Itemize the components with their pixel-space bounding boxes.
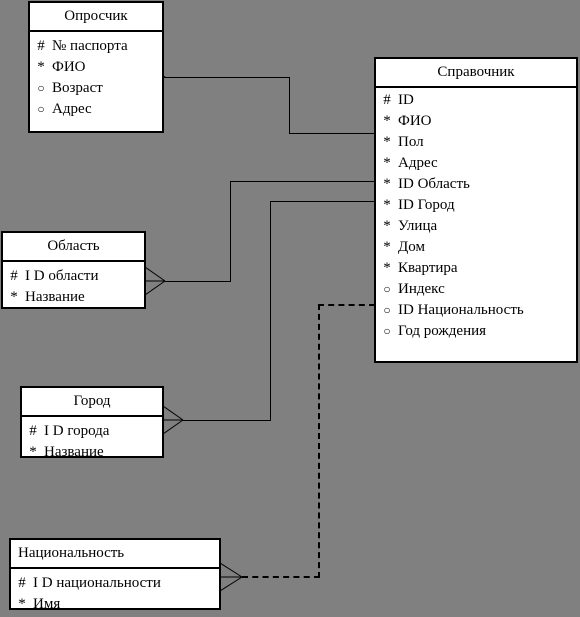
attribute-label: I D национальности [33, 575, 161, 591]
connector-oblast-h1 [165, 281, 231, 282]
primary-key-marker-icon: # [10, 268, 18, 284]
entity-gorod-attributes: # I D города * Название [22, 417, 162, 467]
entity-spravochnik-attributes: # ID * ФИО * Пол * Адрес * ID Область * … [376, 88, 576, 346]
mandatory-marker-icon: * [383, 260, 391, 276]
connector-natsionalnost-h2 [318, 304, 375, 306]
mandatory-marker-icon: * [383, 218, 391, 234]
attribute-row: ○ Возраст [30, 78, 162, 99]
entity-spravochnik-title: Справочник [376, 59, 576, 88]
crow-foot-gorod [163, 406, 185, 434]
attribute-row: ○ Адрес [30, 99, 162, 120]
attribute-label: ID [398, 92, 414, 108]
attribute-label: Квартира [398, 260, 458, 276]
attribute-row: * ID Город [376, 195, 576, 216]
attribute-row: # I D города [22, 421, 162, 442]
attribute-row: # ID [376, 90, 576, 111]
attribute-label: Индекс [398, 281, 445, 297]
attribute-row: ○ Индекс [376, 279, 576, 300]
attribute-row: * Имя [11, 594, 219, 615]
attribute-label: Год рождения [398, 323, 487, 339]
mandatory-marker-icon: * [18, 596, 26, 612]
mandatory-marker-icon: * [10, 289, 18, 305]
attribute-label: Название [44, 444, 104, 460]
attribute-label: ФИО [52, 59, 86, 75]
attribute-row: * ID Область [376, 174, 576, 195]
connector-natsionalnost-h1 [242, 576, 320, 578]
attribute-row: * Квартира [376, 258, 576, 279]
entity-oproschik-attributes: # № паспорта * ФИО ○ Возраст ○ Адрес [30, 32, 162, 124]
connector-gorod-v1 [270, 201, 271, 421]
attribute-label: Название [25, 289, 85, 305]
attribute-row: * Улица [376, 216, 576, 237]
attribute-label: Адрес [398, 155, 438, 171]
optional-marker-icon: ○ [37, 102, 45, 116]
mandatory-marker-icon: * [383, 197, 391, 213]
primary-key-marker-icon: # [18, 575, 26, 591]
attribute-row: * ФИО [30, 57, 162, 78]
mandatory-marker-icon: * [383, 239, 391, 255]
connector-natsionalnost-v1 [318, 304, 320, 578]
mandatory-marker-icon: * [383, 113, 391, 129]
attribute-row: ○ ID Национальность [376, 300, 576, 321]
entity-natsionalnost[interactable]: Национальность # I D национальности * Им… [9, 538, 221, 612]
attribute-row: * ФИО [376, 111, 576, 132]
mandatory-marker-icon: * [383, 134, 391, 150]
optional-marker-icon: ○ [383, 324, 391, 338]
attribute-row: * Пол [376, 132, 576, 153]
primary-key-marker-icon: # [29, 423, 37, 439]
attribute-row: # № паспорта [30, 36, 162, 57]
entity-oblast-attributes: # I D области * Название [3, 262, 144, 312]
optional-marker-icon: ○ [383, 303, 391, 317]
attribute-row: * Название [3, 287, 144, 308]
connector-oblast-h2 [230, 181, 375, 182]
entity-gorod[interactable]: Город # I D города * Название [20, 386, 164, 460]
mandatory-marker-icon: * [383, 155, 391, 171]
attribute-label: ID Город [398, 197, 455, 213]
primary-key-marker-icon: # [383, 92, 391, 108]
connector-oproschik-h1 [165, 77, 290, 78]
entity-oblast-title: Область [3, 233, 144, 262]
connector-oblast-v1 [230, 181, 231, 282]
optional-marker-icon: ○ [383, 282, 391, 296]
connector-oproschik-v1 [289, 77, 290, 134]
attribute-label: ФИО [398, 113, 432, 129]
entity-spravochnik[interactable]: Справочник # ID * ФИО * Пол * Адрес * ID… [374, 57, 578, 363]
entity-oblast[interactable]: Область # I D области * Название [1, 231, 146, 309]
crow-foot-oblast [145, 267, 167, 295]
entity-oproschik-title: Опросчик [30, 3, 162, 32]
connector-gorod-h2 [270, 201, 375, 202]
attribute-label: № паспорта [52, 38, 128, 54]
attribute-label: Имя [33, 596, 61, 612]
attribute-label: I D области [25, 268, 99, 284]
optional-marker-icon: ○ [37, 81, 45, 95]
primary-key-marker-icon: # [37, 38, 45, 54]
mandatory-marker-icon: * [29, 444, 37, 460]
attribute-row: # I D национальности [11, 573, 219, 594]
attribute-row: # I D области [3, 266, 144, 287]
attribute-row: * Адрес [376, 153, 576, 174]
entity-oproschik[interactable]: Опросчик # № паспорта * ФИО ○ Возраст ○ … [28, 1, 164, 133]
er-diagram-canvas: Опросчик # № паспорта * ФИО ○ Возраст ○ … [0, 0, 580, 617]
attribute-label: Адрес [52, 101, 92, 117]
entity-natsionalnost-title: Национальность [11, 540, 219, 569]
attribute-label: Пол [398, 134, 424, 150]
attribute-label: ID Национальность [398, 302, 524, 318]
entity-natsionalnost-attributes: # I D национальности * Имя [11, 569, 219, 617]
connector-oproschik-h2 [289, 133, 375, 134]
attribute-row: * Название [22, 442, 162, 463]
attribute-row: ○ Год рождения [376, 321, 576, 342]
mandatory-marker-icon: * [37, 59, 45, 75]
attribute-label: Возраст [52, 80, 103, 96]
attribute-label: Дом [398, 239, 425, 255]
attribute-label: I D города [44, 423, 110, 439]
entity-gorod-title: Город [22, 388, 162, 417]
attribute-label: Улица [398, 218, 438, 234]
attribute-label: ID Область [398, 176, 470, 192]
mandatory-marker-icon: * [383, 176, 391, 192]
connector-gorod-h1 [183, 420, 271, 421]
attribute-row: * Дом [376, 237, 576, 258]
